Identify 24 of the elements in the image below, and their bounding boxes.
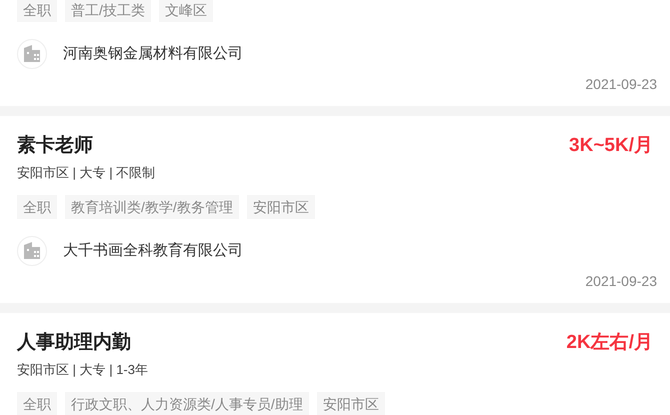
job-tag: 全职 bbox=[17, 392, 57, 415]
company-name: 河南奥钢金属材料有限公司 bbox=[63, 44, 243, 64]
job-tag: 安阳市区 bbox=[316, 392, 385, 415]
job-tag: 教育培训类/教学/教务管理 bbox=[65, 195, 239, 219]
job-title: 人事助理内勤 bbox=[17, 333, 131, 353]
job-card[interactable]: 人事助理内勤 2K左右/月 安阳市区 | 大专 | 1-3年 全职 行政文职、人力资源类/人事专员/助理 安阳市区 bbox=[0, 313, 670, 415]
salary: 3K~5K/月 bbox=[569, 136, 653, 156]
job-tag: 安阳市区 bbox=[246, 195, 315, 219]
job-requirements: 安阳市区 | 大专 | 1-3年 bbox=[17, 361, 149, 379]
post-date: 2021-09-23 bbox=[585, 273, 657, 289]
job-tag: 全职 bbox=[17, 0, 57, 22]
job-tag: 行政文职、人力资源类/人事专员/助理 bbox=[65, 392, 309, 415]
company-name: 大千书画全科教育有限公司 bbox=[63, 240, 243, 261]
building-icon bbox=[17, 236, 47, 266]
job-card[interactable]: 全职 普工/技工类 文峰区 河南奥钢金属材料有限公司 2021-09-23 bbox=[0, 0, 670, 106]
job-tag: 全职 bbox=[17, 195, 57, 219]
job-tag: 文峰区 bbox=[158, 0, 213, 22]
job-requirements: 安阳市区 | 大专 | 不限制 bbox=[17, 164, 156, 182]
post-date: 2021-09-23 bbox=[585, 76, 657, 92]
job-tag: 普工/技工类 bbox=[65, 0, 151, 22]
job-title: 素卡老师 bbox=[17, 136, 93, 156]
job-card[interactable]: 素卡老师 3K~5K/月 安阳市区 | 大专 | 不限制 全职 教育培训类/教学/教务管理 安阳市区 大千书画全科教育有限公司 2021-09-23 bbox=[0, 116, 670, 303]
salary: 2K左右/月 bbox=[566, 333, 653, 353]
building-icon bbox=[17, 39, 47, 69]
